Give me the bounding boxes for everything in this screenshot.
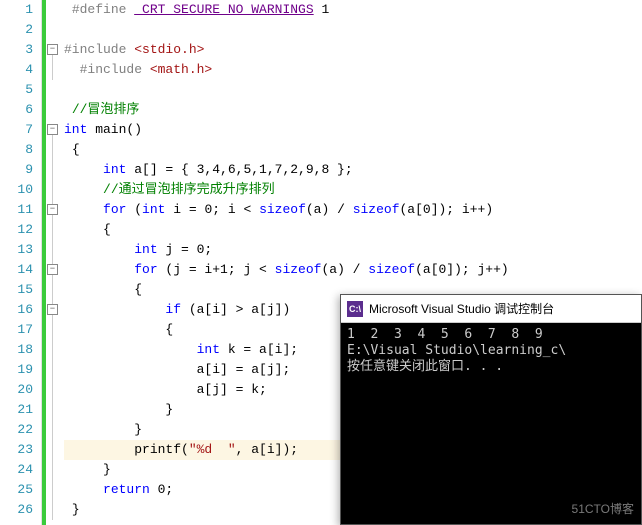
code-line[interactable]: #include <math.h> <box>64 60 642 80</box>
fold-toggle-icon[interactable]: − <box>47 204 58 215</box>
console-title-text: Microsoft Visual Studio 调试控制台 <box>369 300 554 317</box>
code-line[interactable]: //通过冒泡排序完成升序排列 <box>64 180 642 200</box>
debug-console-window[interactable]: C:\ Microsoft Visual Studio 调试控制台 1 2 3 … <box>340 294 642 525</box>
line-number[interactable]: 14 <box>0 260 33 280</box>
line-number[interactable]: 22 <box>0 420 33 440</box>
console-app-icon: C:\ <box>347 301 363 317</box>
console-output[interactable]: 1 2 3 4 5 6 7 8 9E:\Visual Studio\learni… <box>341 323 641 379</box>
code-line[interactable] <box>64 80 642 100</box>
line-number[interactable]: 24 <box>0 460 33 480</box>
fold-toggle-icon[interactable]: − <box>47 264 58 275</box>
line-number[interactable]: 7 <box>0 120 33 140</box>
fold-guide <box>52 55 53 80</box>
code-line[interactable]: int main() <box>64 120 642 140</box>
line-number[interactable]: 20 <box>0 380 33 400</box>
console-line: 1 2 3 4 5 6 7 8 9 <box>347 327 635 343</box>
line-number[interactable]: 19 <box>0 360 33 380</box>
line-number[interactable]: 11 <box>0 200 33 220</box>
line-number[interactable]: 2 <box>0 20 33 40</box>
code-line[interactable]: #define _CRT_SECURE_NO_WARNINGS 1 <box>64 0 642 20</box>
line-number[interactable]: 26 <box>0 500 33 520</box>
line-number[interactable]: 16 <box>0 300 33 320</box>
line-number[interactable]: 1 <box>0 0 33 20</box>
fold-guide <box>52 135 53 520</box>
line-number[interactable]: 15 <box>0 280 33 300</box>
line-number[interactable]: 8 <box>0 140 33 160</box>
code-line[interactable]: int j = 0; <box>64 240 642 260</box>
line-number[interactable]: 6 <box>0 100 33 120</box>
line-number-gutter[interactable]: 1 2 3 4 5 6 7 8 9 10 11 12 13 14 15 16 1… <box>0 0 42 525</box>
code-line[interactable]: { <box>64 220 642 240</box>
line-number[interactable]: 3 <box>0 40 33 60</box>
line-number[interactable]: 17 <box>0 320 33 340</box>
code-line[interactable]: for (int i = 0; i < sizeof(a) / sizeof(a… <box>64 200 642 220</box>
console-line: E:\Visual Studio\learning_c\ <box>347 343 635 359</box>
code-line[interactable]: //冒泡排序 <box>64 100 642 120</box>
code-line[interactable]: { <box>64 140 642 160</box>
fold-toggle-icon[interactable]: − <box>47 124 58 135</box>
line-number[interactable]: 25 <box>0 480 33 500</box>
line-number[interactable]: 4 <box>0 60 33 80</box>
fold-toggle-icon[interactable]: − <box>47 44 58 55</box>
fold-toggle-icon[interactable]: − <box>47 304 58 315</box>
fold-column[interactable]: − − − − − <box>46 0 60 525</box>
line-number[interactable]: 23 <box>0 440 33 460</box>
line-number[interactable]: 12 <box>0 220 33 240</box>
watermark-text: 51CTO博客 <box>572 500 634 517</box>
code-line[interactable]: #include <stdio.h> <box>64 40 642 60</box>
console-line: 按任意键关闭此窗口. . . <box>347 359 635 375</box>
code-line[interactable] <box>64 20 642 40</box>
line-number[interactable]: 18 <box>0 340 33 360</box>
line-number[interactable]: 5 <box>0 80 33 100</box>
line-number[interactable]: 21 <box>0 400 33 420</box>
line-number[interactable]: 9 <box>0 160 33 180</box>
console-titlebar[interactable]: C:\ Microsoft Visual Studio 调试控制台 <box>341 295 641 323</box>
code-line[interactable]: int a[] = { 3,4,6,5,1,7,2,9,8 }; <box>64 160 642 180</box>
code-line[interactable]: for (j = i+1; j < sizeof(a) / sizeof(a[0… <box>64 260 642 280</box>
line-number[interactable]: 13 <box>0 240 33 260</box>
line-number[interactable]: 10 <box>0 180 33 200</box>
